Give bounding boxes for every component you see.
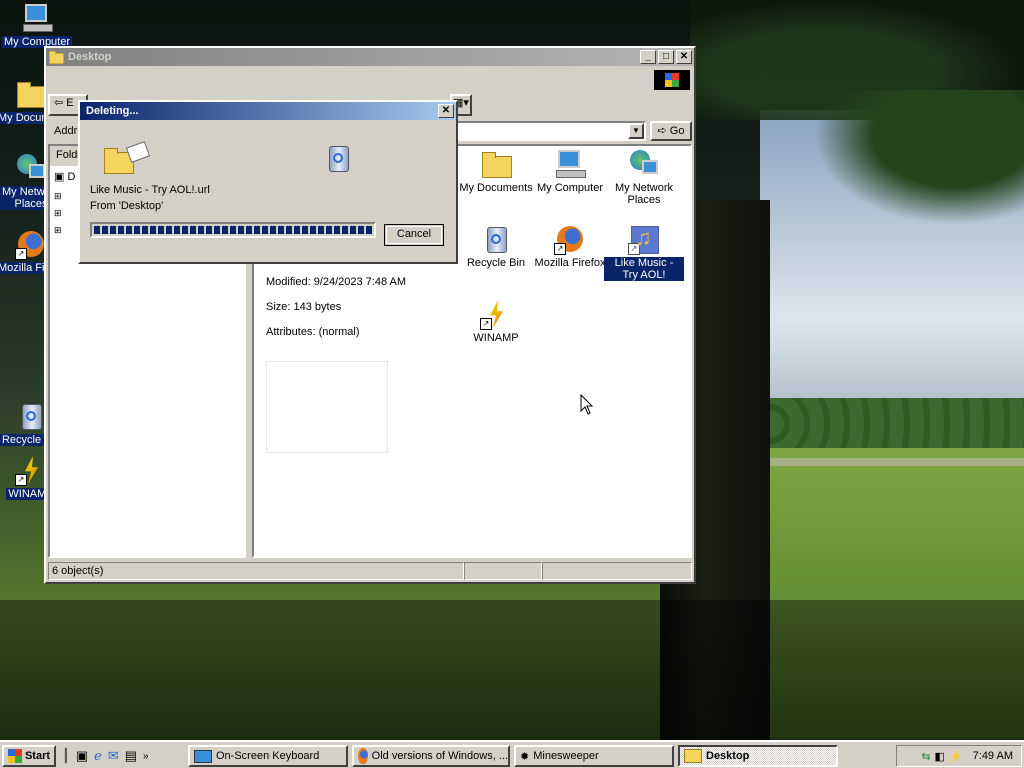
explorer-icon[interactable]: ▤	[125, 748, 137, 764]
wallpaper-treeline	[760, 398, 1024, 450]
quick-launch: ┃ ▣ ℯ ✉ ▤ »	[62, 745, 149, 767]
go-arrow-icon: ➪	[657, 125, 667, 137]
maximize-button[interactable]: □	[658, 50, 674, 64]
status-object-count: 6 object(s)	[48, 562, 464, 580]
computer-icon	[21, 2, 53, 34]
file-winamp[interactable]: ↗ WINAMP	[456, 298, 536, 344]
clock[interactable]: 7:49 AM	[973, 750, 1013, 762]
dialog-titlebar[interactable]: Deleting... ✕	[80, 102, 456, 120]
aol-music-icon: ↗	[628, 223, 660, 255]
file-my-documents[interactable]: My Documents	[456, 148, 536, 194]
task-desktop[interactable]: Desktop	[678, 745, 838, 767]
mouse-cursor-icon	[580, 394, 594, 415]
close-button[interactable]: ✕	[676, 50, 692, 64]
volume-tray-icon[interactable]: ◧	[935, 750, 945, 763]
shortcut-arrow-icon: ↗	[628, 243, 640, 255]
dialog-title: Deleting...	[86, 105, 139, 117]
network-tray-icon[interactable]: ⇆	[921, 750, 930, 763]
computer-icon	[554, 148, 586, 180]
tree-expand-icon[interactable]: ⊞	[54, 222, 62, 239]
go-button[interactable]: ➪ Go	[650, 121, 692, 141]
task-on-screen-keyboard[interactable]: On-Screen Keyboard	[188, 745, 348, 767]
shortcut-arrow-icon: ↗	[15, 248, 27, 260]
minesweeper-icon: ✹	[520, 750, 530, 763]
system-tray: ⇆ ◧ ⚡ 7:49 AM	[896, 745, 1022, 767]
network-icon	[628, 148, 660, 180]
windows-logo-icon	[7, 749, 22, 763]
quick-launch-divider: ┃	[62, 748, 70, 763]
winamp-icon: ↗	[15, 454, 47, 486]
start-button[interactable]: Start	[2, 745, 56, 767]
dialog-from: From 'Desktop'	[90, 200, 164, 212]
status-bar: 6 object(s)	[48, 562, 692, 580]
details-attributes: Attributes: (normal)	[266, 326, 360, 338]
firefox-icon: ↗	[554, 223, 586, 255]
firefox-icon: ↗	[15, 228, 47, 260]
status-cell	[542, 562, 692, 580]
internet-explorer-icon[interactable]: ℯ	[94, 748, 102, 764]
wallpaper-path	[760, 458, 1024, 466]
keyboard-icon	[194, 749, 212, 763]
recycle-bin-icon	[480, 223, 512, 255]
file-recycle-bin[interactable]: Recycle Bin	[456, 223, 536, 269]
show-desktop-icon[interactable]: ▣	[76, 748, 88, 764]
winamp-tray-icon[interactable]: ⚡	[949, 750, 963, 763]
address-dropdown-button[interactable]: ▼	[628, 123, 644, 139]
dialog-filename: Like Music - Try AOL!.url	[90, 184, 210, 196]
file-network-places[interactable]: My Network Places	[604, 148, 684, 206]
file-my-computer[interactable]: My Computer	[530, 148, 610, 194]
taskbar: Start ┃ ▣ ℯ ✉ ▤ » On-Screen Keyboard Old…	[0, 740, 1024, 768]
quick-launch-more-icon[interactable]: »	[143, 751, 149, 762]
progress-fill	[94, 226, 372, 234]
details-size: Size: 143 bytes	[266, 301, 342, 313]
tree-expand-icon[interactable]: ⊞	[54, 205, 62, 222]
tree-expanders: ⊞ ⊞ ⊞	[54, 188, 62, 239]
shortcut-arrow-icon: ↗	[15, 474, 27, 486]
task-firefox[interactable]: Old versions of Windows, ...	[352, 745, 510, 767]
folder-icon	[684, 749, 702, 763]
details-modified: Modified: 9/24/2023 7:48 AM	[266, 276, 407, 288]
outlook-express-icon[interactable]: ✉	[108, 748, 119, 764]
preview-box	[266, 361, 388, 453]
task-minesweeper[interactable]: ✹ Minesweeper	[514, 745, 674, 767]
shortcut-arrow-icon: ↗	[480, 318, 492, 330]
desktop-tree-icon: ▣	[54, 171, 65, 183]
minimize-button[interactable]: _	[640, 50, 656, 64]
menu-bar	[48, 68, 692, 90]
wallpaper-foliage	[790, 90, 1024, 240]
recycle-bin-icon	[15, 400, 47, 432]
folder-icon	[48, 49, 64, 64]
windows-logo-icon	[654, 70, 690, 90]
status-cell	[464, 562, 542, 580]
tree-root[interactable]: ▣ D	[54, 170, 75, 183]
back-arrow-icon: ⇦	[54, 97, 64, 109]
tree-expand-icon[interactable]: ⊞	[54, 188, 62, 205]
dialog-close-button[interactable]: ✕	[438, 104, 454, 118]
folder-icon	[480, 148, 512, 180]
folder-icon	[15, 78, 47, 110]
firefox-icon	[358, 748, 368, 764]
recycle-bin-icon	[322, 142, 354, 174]
delete-progress-bar	[90, 222, 376, 238]
window-title: Desktop	[68, 51, 112, 63]
file-aol-music[interactable]: ↗ Like Music - Try AOL!	[604, 223, 684, 281]
cancel-button[interactable]: Cancel	[384, 224, 444, 246]
shortcut-arrow-icon: ↗	[554, 243, 566, 255]
wallpaper-shadow	[0, 600, 1024, 740]
winamp-icon: ↗	[480, 298, 512, 330]
network-icon	[15, 152, 47, 184]
file-firefox[interactable]: ↗ Mozilla Firefox	[530, 223, 610, 269]
deleting-dialog: Deleting... ✕ Like Music - Try AOL!.url …	[78, 100, 458, 264]
desktop-icon-my-computer[interactable]: My Computer	[2, 2, 73, 48]
explorer-titlebar[interactable]: Desktop _ □ ✕	[46, 48, 694, 66]
